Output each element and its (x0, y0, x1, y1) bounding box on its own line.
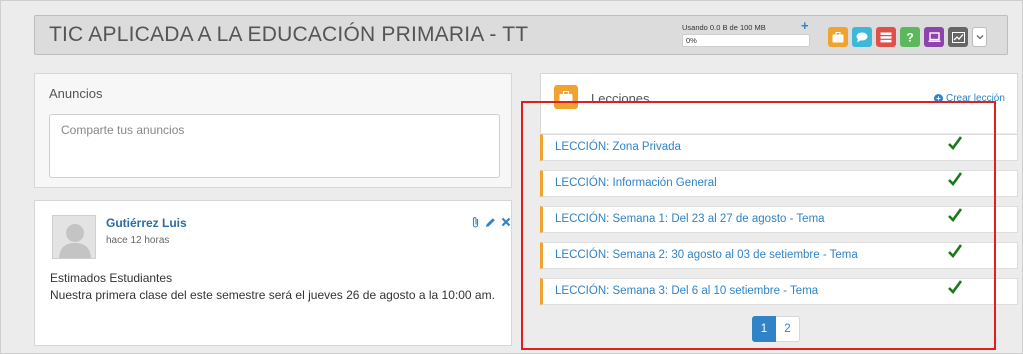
lesson-title[interactable]: LECCIÓN: Información General (555, 177, 717, 189)
create-lesson-link[interactable]: + Crear lección (934, 93, 1005, 104)
announcements-panel: Anuncios Comparte tus anuncios (34, 73, 512, 188)
briefcase-icon (832, 31, 844, 42)
plus-circle-icon: + (934, 94, 943, 103)
announcement-input[interactable]: Comparte tus anuncios (49, 114, 500, 178)
help-button[interactable]: ? (900, 27, 920, 47)
checkmark-icon (948, 244, 963, 258)
post-actions (471, 216, 511, 228)
page-2-button[interactable]: 2 (776, 316, 800, 342)
storage-label: Usando 0.0 B de 100 MB (682, 23, 766, 32)
create-lesson-label: Crear lección (946, 93, 1005, 104)
add-storage-button[interactable]: + (801, 18, 809, 33)
chevron-down-icon (976, 35, 983, 40)
avatar (52, 215, 96, 259)
post-author[interactable]: Gutiérrez Luis (106, 216, 187, 230)
pencil-icon[interactable] (485, 217, 496, 228)
post-greeting: Estimados Estudiantes (50, 271, 173, 285)
page-1-button[interactable]: 1 (752, 316, 776, 342)
lesson-title[interactable]: LECCIÓN: Zona Privada (555, 141, 681, 153)
lesson-item[interactable]: LECCIÓN: Información General (540, 170, 1018, 197)
chart-icon (951, 31, 965, 43)
statistics-button[interactable] (948, 27, 968, 47)
checkmark-icon (948, 172, 963, 186)
post-timestamp: hace 12 horas (106, 235, 170, 246)
more-options-dropdown[interactable] (972, 27, 987, 47)
post-body: Estimados Estudiantes Nuestra primera cl… (50, 270, 500, 304)
lesson-title[interactable]: LECCIÓN: Semana 3: Del 6 al 10 setiembre… (555, 285, 818, 297)
close-icon[interactable] (501, 217, 511, 227)
lessons-pagination: 1 2 (752, 316, 800, 342)
briefcase-button[interactable] (828, 27, 848, 47)
resources-button[interactable] (876, 27, 896, 47)
stack-icon (880, 32, 892, 42)
lesson-title[interactable]: LECCIÓN: Semana 1: Del 23 al 27 de agost… (555, 213, 825, 225)
user-silhouette-icon (59, 224, 91, 258)
lesson-item[interactable]: LECCIÓN: Zona Privada (540, 134, 1018, 161)
lesson-item[interactable]: LECCIÓN: Semana 3: Del 6 al 10 setiembre… (540, 278, 1018, 305)
course-title: TIC APLICADA A LA EDUCACIÓN PRIMARIA - T… (49, 23, 529, 46)
storage-usage: Usando 0.0 B de 100 MB 0% (682, 23, 810, 47)
post-message: Nuestra primera clase del este semestre … (50, 288, 495, 302)
checkmark-icon (948, 280, 963, 294)
header-toolbar: ? (828, 27, 987, 47)
computer-button[interactable] (924, 27, 944, 47)
briefcase-icon (559, 91, 573, 103)
lessons-panel-header: Lecciones + Crear lección (540, 73, 1018, 133)
lesson-title[interactable]: LECCIÓN: Semana 2: 30 agosto al 03 de se… (555, 249, 858, 261)
lesson-item[interactable]: LECCIÓN: Semana 1: Del 23 al 27 de agost… (540, 206, 1018, 233)
question-icon: ? (906, 31, 913, 43)
lessons-icon (554, 85, 578, 109)
lesson-item[interactable]: LECCIÓN: Semana 2: 30 agosto al 03 de se… (540, 242, 1018, 269)
messages-button[interactable] (852, 27, 872, 47)
chat-icon (856, 32, 868, 42)
checkmark-icon (948, 208, 963, 222)
announcements-title: Anuncios (49, 86, 103, 101)
svg-text:?: ? (906, 31, 913, 43)
paperclip-icon[interactable] (471, 216, 480, 228)
announcement-post: Gutiérrez Luis hace 12 horas Estimados E… (34, 200, 512, 346)
laptop-icon (928, 31, 940, 42)
checkmark-icon (948, 136, 963, 150)
course-header: TIC APLICADA A LA EDUCACIÓN PRIMARIA - T… (34, 15, 1008, 55)
storage-progress-bar: 0% (682, 34, 810, 47)
lessons-title: Lecciones (591, 91, 650, 106)
